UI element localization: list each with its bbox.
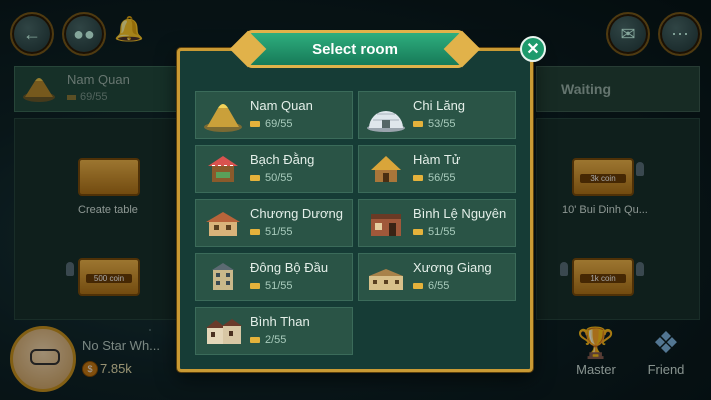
tent-stall-room-icon [208, 156, 238, 182]
room-binh-le-nguyen[interactable]: Bình Lệ Nguyên 51/55 [358, 199, 516, 247]
room-binh-than[interactable]: Bình Than 2/55 [195, 307, 353, 355]
room-count: 6/55 [413, 280, 449, 292]
room-count: 51/55 [250, 226, 293, 238]
dialog-title: Select room [246, 30, 464, 68]
room-count: 53/55 [413, 118, 456, 130]
townhouse-room-icon [206, 319, 242, 344]
room-nam-quan[interactable]: Nam Quan 69/55 [195, 91, 353, 139]
room-name: Chi Lăng [413, 98, 466, 113]
room-name: Nam Quan [250, 98, 313, 113]
room-chi-lang[interactable]: Chi Lăng 53/55 [358, 91, 516, 139]
room-count: 2/55 [250, 334, 286, 346]
room-chuong-duong[interactable]: Chương Dương 51/55 [195, 199, 353, 247]
room-count: 50/55 [250, 172, 293, 184]
hut-room-icon [371, 156, 401, 182]
shop-room-icon [371, 214, 401, 236]
fort-room-icon [369, 269, 403, 290]
igloo-room-icon [367, 111, 405, 132]
house-room-icon [206, 212, 240, 236]
room-dong-bo-dau[interactable]: Đông Bộ Đầu 51/55 [195, 253, 353, 301]
room-name: Xương Giang [413, 260, 492, 275]
dialog-title-text: Select room [312, 40, 398, 58]
close-icon: ✕ [526, 41, 540, 58]
room-name: Đông Bộ Đầu [250, 260, 329, 275]
room-xuong-giang[interactable]: Xương Giang 6/55 [358, 253, 516, 301]
close-button[interactable]: ✕ [520, 36, 546, 62]
room-name: Hàm Tử [413, 152, 461, 167]
room-name: Bạch Đằng [250, 152, 315, 167]
room-count: 56/55 [413, 172, 456, 184]
room-name: Bình Lệ Nguyên [413, 206, 507, 221]
room-name: Chương Dương [250, 206, 343, 221]
room-count: 51/55 [413, 226, 456, 238]
room-count: 51/55 [250, 280, 293, 292]
room-ham-tu[interactable]: Hàm Tử 56/55 [358, 145, 516, 193]
tower-house-room-icon [212, 263, 234, 290]
room-bach-dang[interactable]: Bạch Đằng 50/55 [195, 145, 353, 193]
room-name: Bình Than [250, 314, 310, 329]
room-count: 69/55 [250, 118, 293, 130]
volcano-room-icon [204, 104, 242, 132]
